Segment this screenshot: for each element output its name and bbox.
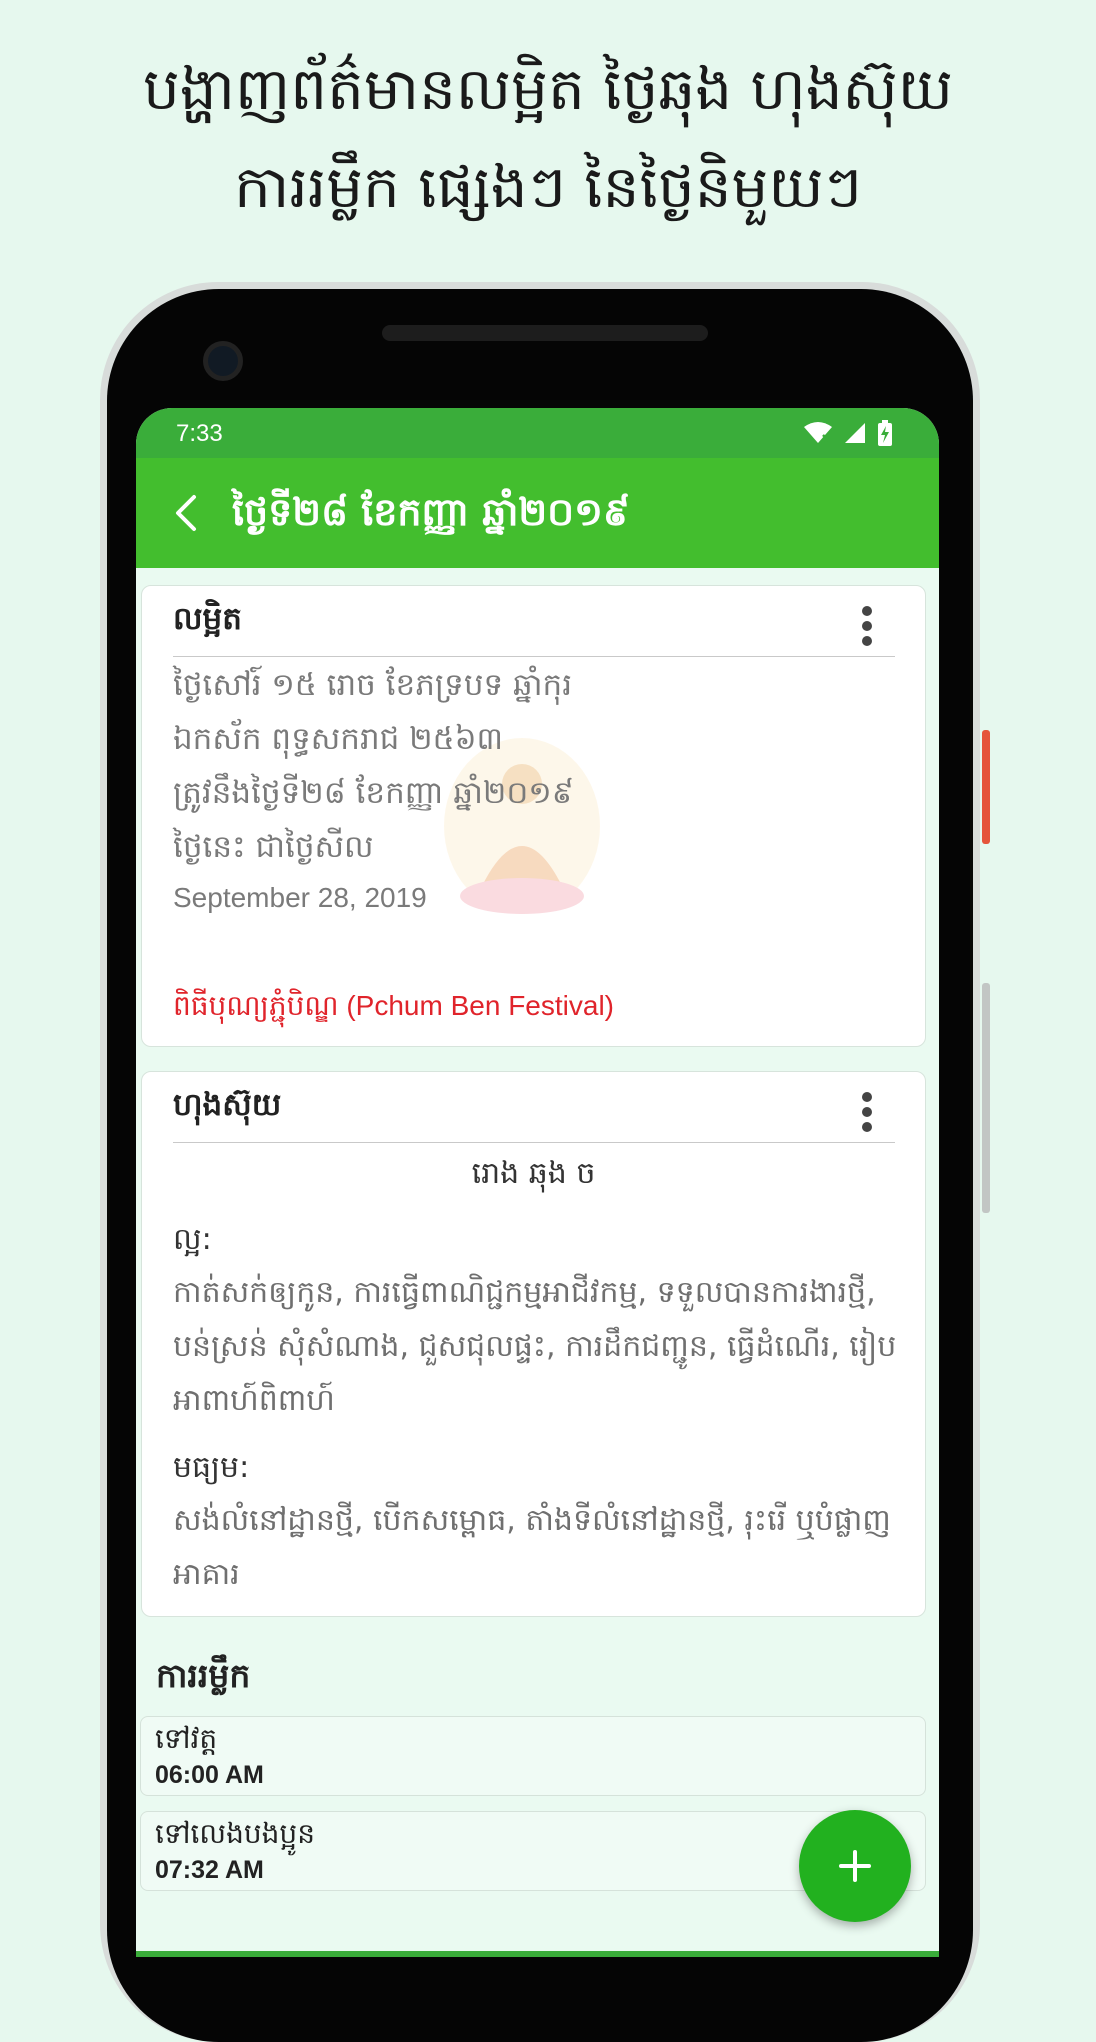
day-signs: រោង ឆុង ច — [471, 1156, 596, 1191]
promo-caption: បង្ហាញព័ត៌មានលម្អិត ថ្ងៃឆុង ហុងស៊ុយ ការរ… — [0, 40, 1096, 236]
reminders-heading: ការរម្លឹក — [156, 1656, 251, 1695]
lunar-line: ត្រូវនឹងថ្ងៃទី២៨ ខែកញ្ញា ឆ្នាំ២០១៩ — [173, 775, 574, 811]
promo-line-2: ការរម្លឹក ផ្សេងៗ នៃថ្ងៃនិមួយៗ — [234, 153, 862, 221]
status-time: 7:33 — [176, 420, 223, 447]
lunar-detail-card: លម្អិត ថ្ងៃសៅរ៍ ១៥ រោច ខែភទ្របទ ឆ្នាំកុរ… — [141, 585, 926, 1047]
reminder-time: 06:00 AM — [155, 1761, 264, 1789]
reminder-title: ទៅលេងបងប្អូន — [155, 1817, 315, 1850]
reminder-item[interactable]: ទៅវត្ត 06:00 AM — [140, 1716, 926, 1796]
festival-label: ពិធីបុណ្យភ្ជុំបិណ្ឌ (Pchum Ben Festival) — [173, 990, 614, 1021]
lunar-line: ថ្ងៃសៅរ៍ ១៥ រោច ខែភទ្របទ ឆ្នាំកុរ — [173, 667, 573, 703]
signal-icon — [845, 423, 865, 443]
promo-line-1: បង្ហាញព័ត៌មានលម្អិត ថ្ងៃឆុង ហុងស៊ុយ — [142, 55, 954, 123]
medium-text: សង់លំនៅដ្ឋានថ្មី, បើកសម្ពោធ, តាំងទីលំនៅដ… — [173, 1503, 891, 1592]
medium-label: មធ្យម: — [173, 1450, 250, 1485]
reminder-time: 07:32 AM — [155, 1856, 264, 1884]
volume-button — [982, 983, 990, 1213]
card-divider — [173, 656, 895, 657]
good-label: ល្អ: — [173, 1222, 212, 1257]
good-text: កាត់សក់ឲ្យកូន, ការធ្វើពាណិជ្ជកម្មអាជីវកម… — [173, 1275, 897, 1418]
earpiece-speaker — [382, 325, 708, 341]
hora-card-title: ហុងស៊ុយ — [173, 1087, 282, 1123]
lunar-lines: ថ្ងៃសៅរ៍ ១៥ រោច ខែភទ្របទ ឆ្នាំកុរ ឯកស័ក … — [173, 658, 574, 874]
arrow-back-icon[interactable] — [162, 488, 212, 538]
lunar-card-title: លម្អិត — [173, 601, 242, 637]
bottom-strip — [136, 1951, 939, 1957]
status-bar: 7:33 — [136, 408, 939, 458]
front-camera — [203, 341, 243, 381]
add-reminder-button[interactable] — [799, 1810, 911, 1922]
lunar-line: ឯកស័ក ពុទ្ធសករាជ ២៥៦៣ — [173, 721, 504, 757]
battery-charging-icon — [878, 420, 892, 446]
gregorian-date: September 28, 2019 — [173, 882, 427, 913]
card-divider — [173, 1142, 895, 1143]
plus-icon — [839, 1850, 871, 1882]
phone-screen: 7:33 ថ្ងៃទី២៨ ខែកញ្ញា ឆ្នាំ២០១៩ លម្អិត ថ… — [136, 408, 939, 1957]
page-title: ថ្ងៃទី២៨ ខែកញ្ញា ឆ្នាំ២០១៩ — [232, 490, 630, 534]
wifi-icon — [804, 422, 832, 443]
more-vert-icon[interactable] — [861, 606, 873, 650]
reminder-title: ទៅវត្ត — [155, 1722, 218, 1755]
lunar-line: ថ្ងៃនេះ ជាថ្ងៃសីល — [173, 829, 374, 865]
status-icons — [803, 420, 893, 446]
hora-card: ហុងស៊ុយ រោង ឆុង ច ល្អ: កាត់សក់ឲ្យកូន, កា… — [141, 1071, 926, 1617]
more-vert-icon[interactable] — [861, 1092, 873, 1136]
app-bar: ថ្ងៃទី២៨ ខែកញ្ញា ឆ្នាំ២០១៩ — [136, 458, 939, 568]
power-button — [982, 730, 990, 844]
